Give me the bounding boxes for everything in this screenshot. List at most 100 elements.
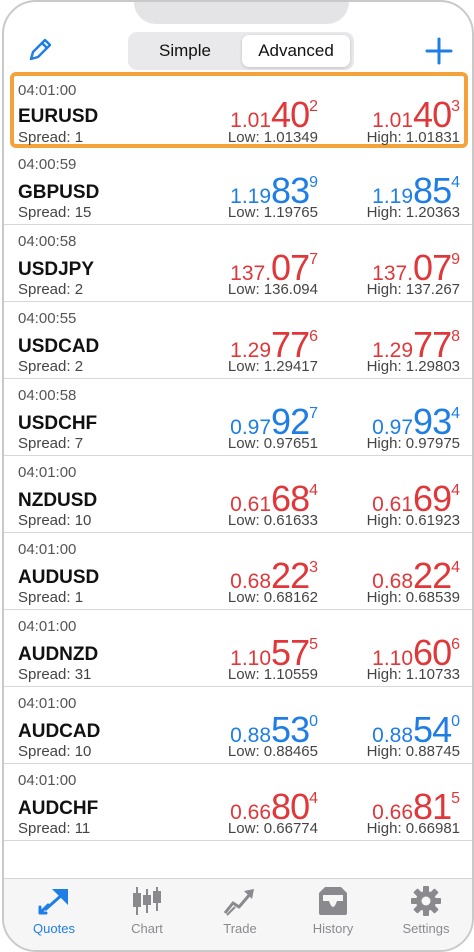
quote-low: Low: 0.97651 bbox=[227, 435, 318, 452]
price-pip-digit: 6 bbox=[451, 636, 460, 653]
quote-high: High: 0.88745 bbox=[366, 743, 460, 760]
quote-high: High: 0.61923 bbox=[366, 512, 460, 529]
quote-time: 04:01:00 bbox=[18, 695, 77, 712]
price-pip-digit: 4 bbox=[309, 790, 318, 807]
quote-time: 04:00:58 bbox=[18, 233, 77, 250]
quote-low: Low: 0.88465 bbox=[227, 743, 318, 760]
segment-simple[interactable]: Simple bbox=[132, 35, 238, 67]
tab-bar: Quotes Chart Trade History Settings bbox=[4, 878, 472, 950]
pencil-icon[interactable] bbox=[26, 36, 54, 64]
price-pip-digit: 2 bbox=[309, 98, 318, 115]
quote-spread: Spread: 31 bbox=[18, 666, 92, 683]
quote-time: 04:01:00 bbox=[18, 618, 77, 635]
price-pip-digit: 3 bbox=[451, 98, 460, 115]
quote-row-usdchf[interactable]: 04:00:58 USDCHF Spread: 7 0.97927 0.9793… bbox=[4, 379, 472, 456]
phone-frame: Simple Advanced 04:01:00 EURUSD Spread: … bbox=[2, 0, 474, 952]
price-pip-digit: 4 bbox=[451, 559, 460, 576]
price-pip-digit: 0 bbox=[309, 713, 318, 730]
quote-symbol: NZDUSD bbox=[18, 490, 98, 511]
quote-symbol: EURUSD bbox=[18, 106, 99, 127]
quote-low: Low: 1.10559 bbox=[227, 666, 318, 683]
quote-row-audnzd[interactable]: 04:01:00 AUDNZD Spread: 31 1.10575 1.106… bbox=[4, 610, 472, 687]
quote-high: High: 0.66981 bbox=[366, 820, 460, 837]
quote-low: Low: 1.19765 bbox=[227, 204, 318, 221]
price-pip-digit: 7 bbox=[309, 251, 318, 268]
tab-label: Chart bbox=[131, 921, 163, 936]
price-pip-digit: 7 bbox=[309, 405, 318, 422]
quote-high: High: 1.20363 bbox=[366, 204, 460, 221]
view-mode-segmented-control: Simple Advanced bbox=[128, 32, 354, 70]
quote-time: 04:00:55 bbox=[18, 310, 77, 327]
price-pip-digit: 0 bbox=[451, 713, 460, 730]
price-pip-digit: 4 bbox=[309, 482, 318, 499]
quote-time: 04:00:59 bbox=[18, 156, 77, 173]
quote-symbol: USDJPY bbox=[18, 259, 95, 280]
top-bar: Simple Advanced bbox=[4, 2, 472, 72]
price-pip-digit: 5 bbox=[309, 636, 318, 653]
price-pip-digit: 5 bbox=[451, 790, 460, 807]
price-pip-digit: 3 bbox=[309, 559, 318, 576]
settings-icon bbox=[411, 886, 441, 916]
tab-trade[interactable]: Trade bbox=[200, 885, 280, 936]
quote-symbol: AUDUSD bbox=[18, 567, 100, 588]
quote-spread: Spread: 7 bbox=[18, 435, 84, 452]
quote-symbol: USDCHF bbox=[18, 413, 98, 434]
quote-symbol: AUDNZD bbox=[18, 644, 99, 665]
quote-row-usdjpy[interactable]: 04:00:58 USDJPY Spread: 2 137.077 137.07… bbox=[4, 225, 472, 302]
tab-quotes[interactable]: Quotes bbox=[14, 885, 94, 936]
history-icon bbox=[319, 887, 347, 915]
quote-row-audcad[interactable]: 04:01:00 AUDCAD Spread: 10 0.88530 0.885… bbox=[4, 687, 472, 764]
quote-spread: Spread: 10 bbox=[18, 512, 92, 529]
quote-row-audusd[interactable]: 04:01:00 AUDUSD Spread: 1 0.68223 0.6822… bbox=[4, 533, 472, 610]
quote-high: High: 137.267 bbox=[366, 281, 460, 298]
quote-high: High: 0.97975 bbox=[366, 435, 460, 452]
quotes-icon bbox=[38, 889, 68, 915]
quote-row-usdcad[interactable]: 04:00:55 USDCAD Spread: 2 1.29776 1.2977… bbox=[4, 302, 472, 379]
quote-time: 04:01:00 bbox=[18, 541, 77, 558]
price-pip-digit: 8 bbox=[451, 328, 460, 345]
quote-spread: Spread: 10 bbox=[18, 743, 92, 760]
price-pip-digit: 9 bbox=[451, 251, 460, 268]
quote-high: High: 1.29803 bbox=[366, 358, 460, 375]
quote-low: Low: 0.61633 bbox=[227, 512, 318, 529]
quote-row-audchf[interactable]: 04:01:00 AUDCHF Spread: 11 0.66804 0.668… bbox=[4, 764, 472, 841]
quote-time: 04:01:00 bbox=[18, 82, 77, 99]
tab-label: Quotes bbox=[33, 921, 75, 936]
quote-symbol: GBPUSD bbox=[18, 182, 100, 203]
quote-spread: Spread: 11 bbox=[18, 820, 91, 837]
quote-row-gbpusd[interactable]: 04:00:59 GBPUSD Spread: 15 1.19839 1.198… bbox=[4, 148, 472, 225]
price-pip-digit: 6 bbox=[309, 328, 318, 345]
quote-low: Low: 1.29417 bbox=[227, 358, 318, 375]
quote-spread: Spread: 1 bbox=[18, 129, 84, 146]
quote-low: Low: 1.01349 bbox=[227, 129, 318, 146]
quote-high: High: 1.01831 bbox=[366, 129, 460, 146]
tab-history[interactable]: History bbox=[293, 885, 373, 936]
quote-symbol: USDCAD bbox=[18, 336, 100, 357]
quote-symbol: AUDCAD bbox=[18, 721, 101, 742]
quote-spread: Spread: 2 bbox=[18, 281, 84, 298]
quote-time: 04:01:00 bbox=[18, 464, 77, 481]
segment-advanced[interactable]: Advanced bbox=[242, 35, 350, 67]
quote-spread: Spread: 15 bbox=[18, 204, 92, 221]
quote-high: High: 1.10733 bbox=[366, 666, 460, 683]
price-pip-digit: 4 bbox=[451, 482, 460, 499]
quote-spread: Spread: 2 bbox=[18, 358, 84, 375]
quote-time: 04:00:58 bbox=[18, 387, 77, 404]
price-pip-digit: 4 bbox=[451, 405, 460, 422]
quote-symbol: AUDCHF bbox=[18, 798, 99, 819]
chart-icon bbox=[133, 887, 161, 915]
quote-low: Low: 0.66774 bbox=[227, 820, 318, 837]
tab-chart[interactable]: Chart bbox=[107, 885, 187, 936]
price-pip-digit: 9 bbox=[309, 174, 318, 191]
trade-icon bbox=[223, 889, 254, 916]
plus-icon[interactable] bbox=[424, 36, 454, 66]
quote-low: Low: 136.094 bbox=[227, 281, 318, 298]
tab-label: History bbox=[312, 921, 354, 936]
tab-label: Trade bbox=[223, 921, 257, 936]
quote-high: High: 0.68539 bbox=[366, 589, 460, 606]
tab-settings[interactable]: Settings bbox=[386, 885, 466, 936]
quote-spread: Spread: 1 bbox=[18, 589, 84, 606]
quotes-list: 04:01:00 EURUSD Spread: 1 1.01402 1.0140… bbox=[4, 72, 472, 841]
quote-row-eurusd[interactable]: 04:01:00 EURUSD Spread: 1 1.01402 1.0140… bbox=[10, 72, 468, 148]
quote-row-nzdusd[interactable]: 04:01:00 NZDUSD Spread: 10 0.61684 0.616… bbox=[4, 456, 472, 533]
